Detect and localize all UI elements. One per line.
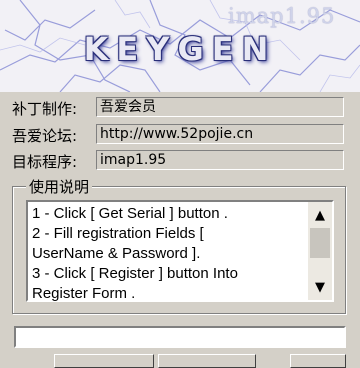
scroll-thumb[interactable] [310, 228, 330, 258]
serial-output-field[interactable] [14, 326, 346, 348]
usage-line: UserName & Password ]. [32, 245, 201, 262]
forum-label: 吾爱论坛: [12, 127, 78, 145]
patch-field: 吾爱会员 [96, 97, 344, 117]
usage-title: 使用说明 [26, 176, 93, 197]
forum-field[interactable]: http://www.52pojie.cn [96, 124, 344, 144]
vertical-scrollbar[interactable]: ▲ ▼ [308, 202, 332, 300]
copy-button[interactable] [158, 354, 256, 368]
usage-line: 3 - Click [ Register ] button Into [32, 265, 238, 282]
usage-line: 1 - Click [ Get Serial ] button . [32, 205, 228, 222]
usage-memo[interactable]: 1 - Click [ Get Serial ] button . 2 - Fi… [26, 200, 334, 302]
get-serial-button[interactable] [54, 354, 154, 368]
usage-line: Register Form . [32, 285, 136, 302]
exit-button[interactable] [290, 354, 346, 368]
version-text: imap1.95 [228, 4, 336, 28]
usage-text: 1 - Click [ Get Serial ] button . 2 - Fi… [32, 204, 304, 304]
scroll-down-icon[interactable]: ▼ [308, 276, 332, 298]
keygen-title: KEYGEN [83, 30, 277, 68]
keygen-banner: KEYGEN imap1.95 [0, 0, 360, 92]
usage-line: 2 - Fill registration Fields [ [32, 225, 204, 242]
patch-label: 补丁制作: [12, 100, 78, 118]
target-field: imap1.95 [96, 150, 344, 170]
target-label: 目标程序: [12, 153, 78, 171]
scroll-up-icon[interactable]: ▲ [308, 204, 332, 226]
